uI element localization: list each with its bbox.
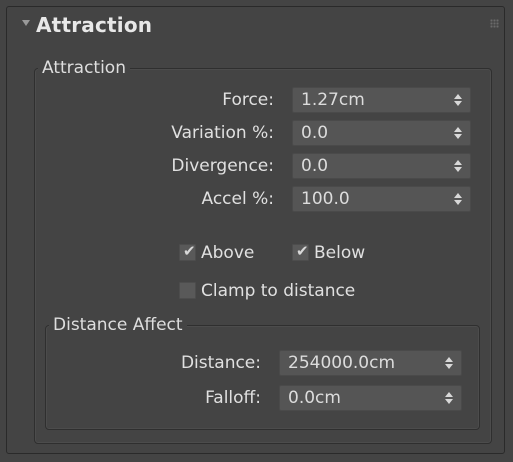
rollout-title: Attraction — [36, 13, 153, 37]
spinner-arrows-icon[interactable] — [454, 127, 462, 140]
distance-affect-group — [45, 325, 480, 430]
divergence-value[interactable]: 0.0 — [301, 154, 328, 178]
spinner-arrows-icon[interactable] — [454, 193, 462, 206]
variation-value[interactable]: 0.0 — [301, 121, 328, 145]
above-label[interactable]: Above — [201, 240, 254, 266]
below-checkbox[interactable]: ✔ — [292, 242, 309, 261]
divergence-spinner[interactable]: 0.0 — [292, 153, 471, 179]
below-checkbox-row[interactable]: ✔ Below — [292, 240, 392, 266]
distance-affect-label: Distance Affect — [49, 315, 187, 335]
distance-value[interactable]: 254000.0cm — [288, 351, 395, 375]
falloff-label: Falloff: — [205, 388, 261, 408]
force-label: Force: — [222, 90, 274, 110]
above-checkbox[interactable]: ✔ — [179, 242, 196, 261]
force-value[interactable]: 1.27cm — [301, 88, 365, 112]
divergence-label: Divergence: — [171, 156, 274, 176]
variation-label: Variation %: — [171, 123, 274, 143]
accel-spinner[interactable]: 100.0 — [292, 186, 471, 212]
spinner-arrows-icon[interactable] — [445, 357, 453, 370]
variation-spinner[interactable]: 0.0 — [292, 120, 471, 146]
distance-spinner[interactable]: 254000.0cm — [279, 350, 462, 376]
collapse-arrow-icon[interactable] — [22, 20, 30, 26]
rollout-header[interactable]: Attraction — [7, 7, 504, 45]
spinner-arrows-icon[interactable] — [454, 160, 462, 173]
spinner-arrows-icon[interactable] — [445, 392, 453, 405]
clamp-checkbox[interactable] — [179, 282, 196, 299]
checkmark-icon: ✔ — [183, 242, 196, 260]
above-checkbox-row[interactable]: ✔ Above — [179, 240, 279, 266]
checkmark-icon: ✔ — [296, 242, 309, 260]
clamp-label[interactable]: Clamp to distance — [201, 278, 355, 304]
spinner-arrows-icon[interactable] — [454, 94, 462, 107]
falloff-spinner[interactable]: 0.0cm — [279, 385, 462, 411]
attraction-rollout: Attraction Attraction Force: 1.27cm Vari… — [6, 6, 505, 454]
below-label[interactable]: Below — [314, 240, 365, 266]
force-spinner[interactable]: 1.27cm — [292, 87, 471, 113]
attraction-group-label: Attraction — [38, 58, 130, 78]
accel-label: Accel %: — [201, 189, 275, 209]
falloff-value[interactable]: 0.0cm — [288, 386, 341, 410]
distance-label: Distance: — [180, 353, 261, 373]
accel-value[interactable]: 100.0 — [301, 187, 350, 211]
clamp-checkbox-row[interactable]: Clamp to distance — [179, 278, 399, 304]
drag-grip-icon[interactable] — [490, 19, 499, 28]
